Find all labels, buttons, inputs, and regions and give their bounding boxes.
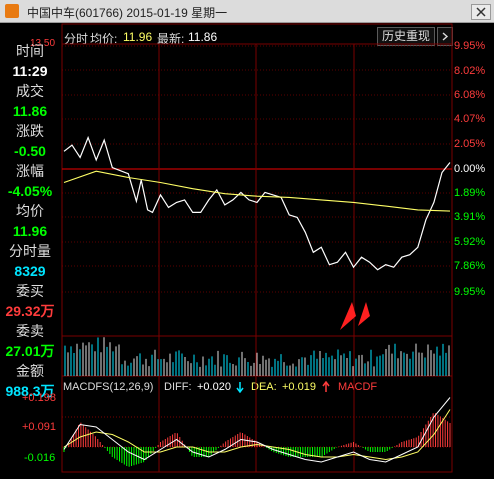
annotation-arrow bbox=[358, 302, 370, 326]
avg-price-line bbox=[63, 170, 451, 212]
chart-canvas bbox=[61, 23, 453, 473]
title-bar: 中国中车(601766) 2015-01-19 星期一 bbox=[0, 0, 494, 23]
window-title: 中国中车(601766) 2015-01-19 星期一 bbox=[27, 6, 228, 20]
price-line bbox=[63, 135, 451, 271]
close-button[interactable] bbox=[471, 4, 491, 20]
app-window: 中国中车(601766) 2015-01-19 星期一 13.50 时间 11:… bbox=[0, 0, 494, 479]
main-panel-frame bbox=[61, 23, 453, 377]
macd-panel-frame bbox=[61, 375, 453, 473]
close-icon[interactable] bbox=[472, 5, 490, 19]
app-icon bbox=[5, 4, 19, 18]
